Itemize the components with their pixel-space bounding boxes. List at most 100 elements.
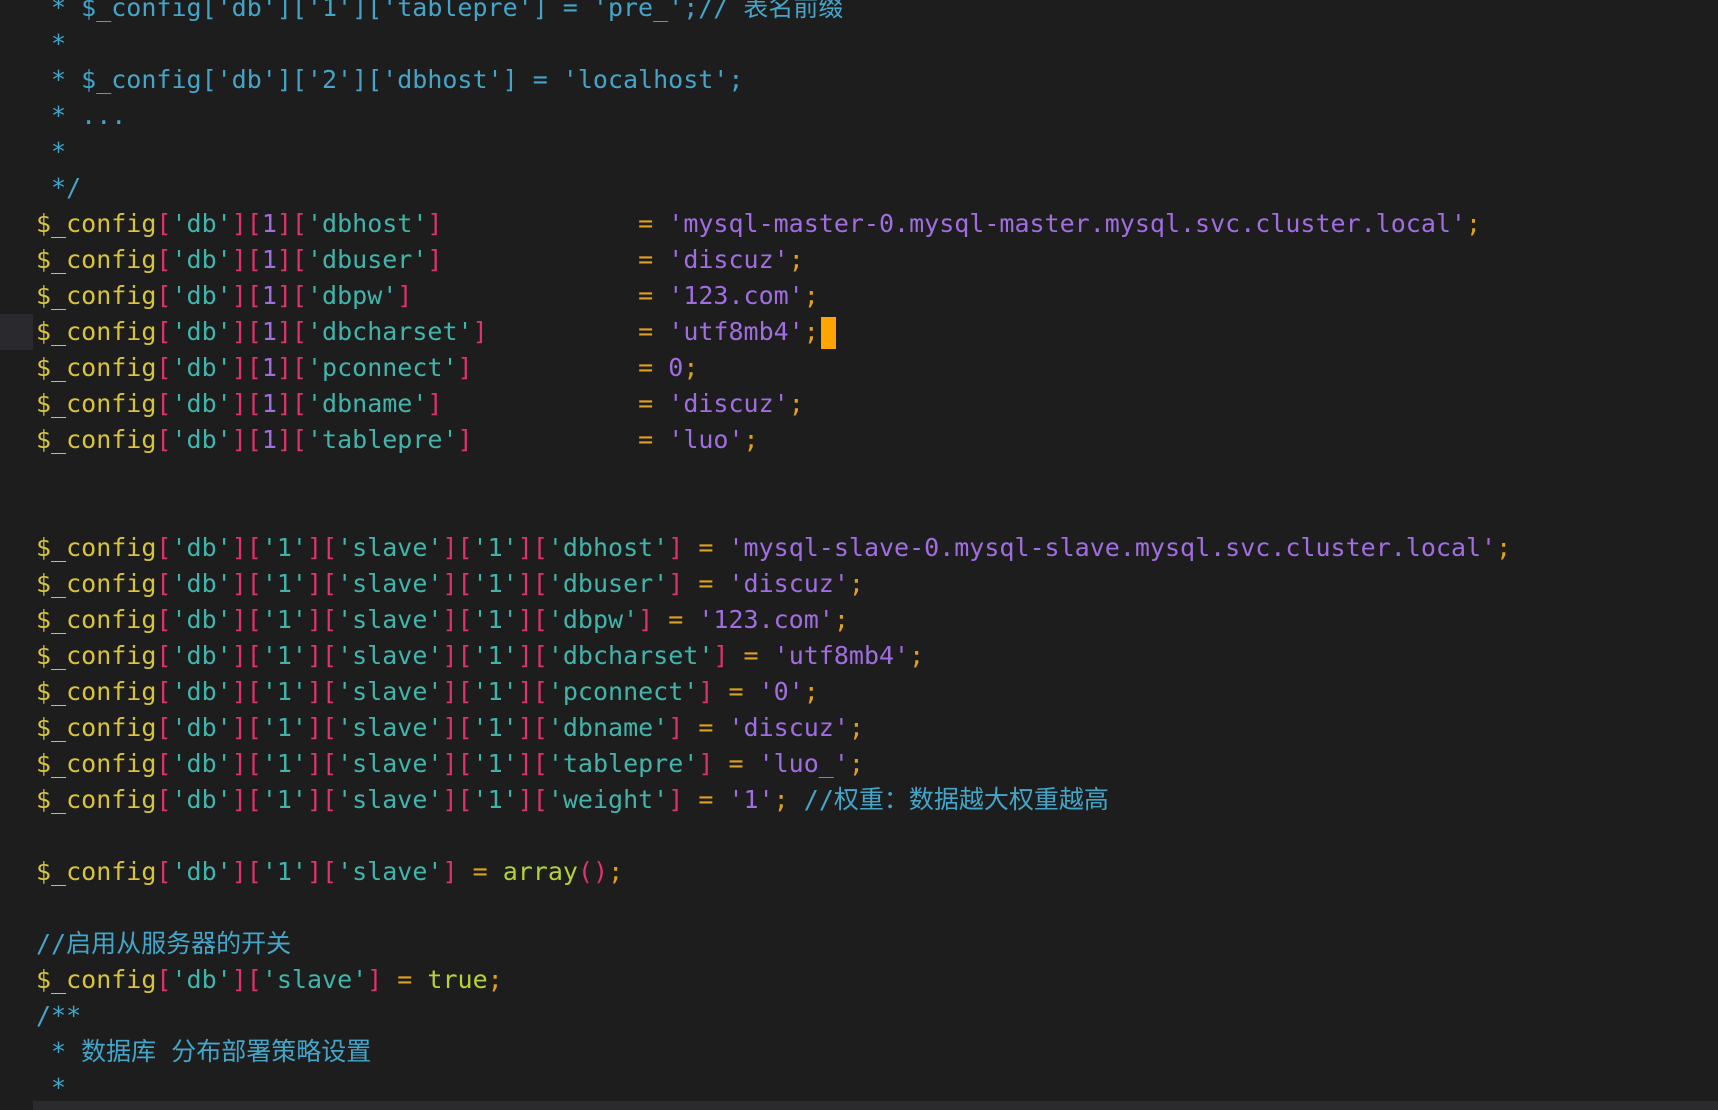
- code-line[interactable]: *: [36, 134, 1718, 170]
- code-line[interactable]: $_config['db']['1']['slave']['1']['table…: [36, 746, 1718, 782]
- code-token-bracket: ]: [668, 533, 684, 562]
- code-token-bracket: ][: [276, 245, 307, 274]
- code-line[interactable]: $_config['db'][1]['tablepre'] = 'luo';: [36, 422, 1718, 458]
- code-token-bracket: [: [156, 569, 172, 598]
- code-line[interactable]: $_config['db'][1]['dbhost'] = 'mysql-mas…: [36, 206, 1718, 242]
- code-token-default: [683, 713, 698, 742]
- code-token-variable: $_config: [36, 785, 157, 814]
- code-token-comment: *: [36, 1073, 67, 1102]
- code-token-key: 'slave': [337, 641, 443, 670]
- code-line[interactable]: $_config['db']['1']['slave']['1']['dbuse…: [36, 566, 1718, 602]
- code-token-default: [473, 353, 639, 382]
- code-token-default: [713, 713, 728, 742]
- code-token-operator: =: [397, 965, 413, 994]
- code-line[interactable]: $_config['db'][1]['dbcharset'] = 'utf8mb…: [0, 314, 1718, 350]
- code-line[interactable]: $_config['db']['1']['slave']['1']['pconn…: [36, 674, 1718, 710]
- code-token-bracket: ][: [442, 749, 473, 778]
- code-token-number: 1: [261, 353, 277, 382]
- code-line[interactable]: $_config['db'][1]['dbpw'] = '123.com';: [36, 278, 1718, 314]
- code-token-bracket: ][: [231, 857, 262, 886]
- code-line[interactable]: $_config['db']['1']['slave'] = array();: [36, 854, 1718, 890]
- code-token-key: 'tablepre': [306, 425, 458, 454]
- code-token-variable: $_config: [36, 749, 157, 778]
- code-line[interactable]: [36, 818, 1718, 854]
- code-token-default: [653, 245, 668, 274]
- code-token-bracket: [: [156, 965, 172, 994]
- code-line[interactable]: $_config['db'][1]['pconnect'] = 0;: [36, 350, 1718, 386]
- code-token-default: [488, 857, 503, 886]
- code-token-variable: $_config: [36, 965, 157, 994]
- code-token-key: 'slave': [261, 965, 368, 994]
- code-token-bracket: ][: [442, 605, 473, 634]
- code-token-default: [412, 965, 427, 994]
- code-token-bracket: ][: [231, 317, 262, 346]
- code-token-default: [653, 389, 668, 418]
- code-token-bracket: ][: [231, 353, 262, 382]
- code-token-key: 'db': [171, 641, 232, 670]
- code-line[interactable]: * ...: [36, 98, 1718, 134]
- code-token-bracket: [: [156, 317, 172, 346]
- code-token-key: '1': [261, 533, 307, 562]
- code-token-key: 'db': [171, 209, 232, 238]
- code-line[interactable]: $_config['db']['1']['slave']['1']['dbhos…: [36, 530, 1718, 566]
- code-line[interactable]: [36, 890, 1718, 926]
- code-token-variable: $_config: [36, 353, 157, 382]
- code-token-bracket: ][: [517, 569, 548, 598]
- code-line[interactable]: $_config['db']['slave'] = true;: [36, 962, 1718, 998]
- code-token-operator: =: [728, 749, 744, 778]
- code-line[interactable]: $_config['db'][1]['dbuser'] = 'discuz';: [36, 242, 1718, 278]
- code-line[interactable]: * 数据库 分布部署策略设置: [36, 1034, 1718, 1070]
- code-token-key: 'db': [171, 713, 232, 742]
- code-token-string: 'mysql-master-0.mysql-master.mysql.svc.c…: [668, 209, 1466, 238]
- code-token-default: [653, 317, 668, 346]
- code-line[interactable]: * $_config['db']['2']['dbhost'] = 'local…: [36, 62, 1718, 98]
- code-token-default: [713, 785, 728, 814]
- code-line[interactable]: [36, 458, 1718, 494]
- code-line[interactable]: * $_config['db']['1']['tablepre'] = 'pre…: [36, 0, 1718, 26]
- code-line[interactable]: *: [36, 26, 1718, 62]
- code-line[interactable]: */: [36, 170, 1718, 206]
- code-token-default: [744, 677, 759, 706]
- code-token-operator: ;: [683, 353, 699, 382]
- code-token-comment: * ...: [36, 101, 127, 130]
- code-line[interactable]: $_config['db']['1']['slave']['1']['weigh…: [36, 782, 1718, 818]
- code-token-key: 'slave': [337, 677, 443, 706]
- code-token-key: 'dbcharset': [306, 317, 473, 346]
- code-editor[interactable]: * $_config['db']['1']['tablepre'] = 'pre…: [0, 0, 1718, 1110]
- code-line[interactable]: /**: [36, 998, 1718, 1034]
- code-token-bracket: ][: [231, 209, 262, 238]
- code-line[interactable]: [36, 494, 1718, 530]
- code-token-bracket: ][: [442, 785, 473, 814]
- code-token-default: [442, 209, 638, 238]
- code-token-variable: $_config: [36, 605, 157, 634]
- code-token-variable: $_config: [36, 569, 157, 598]
- code-line[interactable]: $_config['db'][1]['dbname'] = 'discuz';: [36, 386, 1718, 422]
- code-token-operator: ;: [803, 281, 819, 310]
- code-token-bracket: [: [156, 641, 172, 670]
- code-token-default: [683, 533, 698, 562]
- code-token-key: 'db': [171, 677, 232, 706]
- code-token-key: '1': [472, 641, 518, 670]
- code-token-key: 'slave': [337, 713, 443, 742]
- code-token-string: 'utf8mb4': [773, 641, 910, 670]
- code-token-bracket: ]: [367, 965, 383, 994]
- code-token-bracket: ][: [276, 389, 307, 418]
- horizontal-scrollbar[interactable]: [33, 1101, 1718, 1110]
- code-token-default: [473, 425, 639, 454]
- code-token-default: [728, 641, 743, 670]
- code-line[interactable]: //启用从服务器的开关: [36, 926, 1718, 962]
- code-line[interactable]: $_config['db']['1']['slave']['1']['dbpw'…: [36, 602, 1718, 638]
- code-token-bracket: ]: [668, 569, 684, 598]
- code-token-operator: =: [638, 389, 654, 418]
- code-token-bracket: ][: [231, 389, 262, 418]
- code-token-bracket: ]: [668, 785, 684, 814]
- code-line[interactable]: $_config['db']['1']['slave']['1']['dbcha…: [36, 638, 1718, 674]
- code-token-key: 'db': [171, 389, 232, 418]
- code-token-default: [789, 785, 804, 814]
- code-token-key: '1': [472, 749, 518, 778]
- code-area[interactable]: * $_config['db']['1']['tablepre'] = 'pre…: [0, 0, 1718, 1110]
- code-token-string: '0': [758, 677, 804, 706]
- code-token-bracket: ][: [517, 677, 548, 706]
- code-line[interactable]: $_config['db']['1']['slave']['1']['dbnam…: [36, 710, 1718, 746]
- code-token-default: [683, 569, 698, 598]
